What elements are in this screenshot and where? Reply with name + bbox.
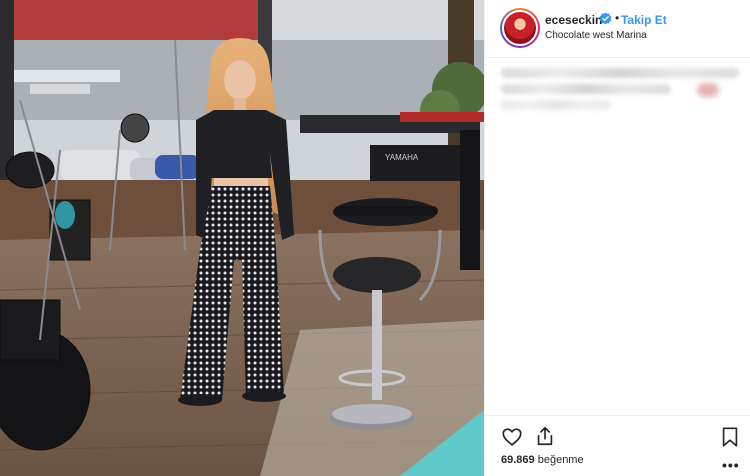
avatar-image xyxy=(502,10,538,46)
photo-scene: YAMAHA xyxy=(0,0,484,476)
post-header: eceseckin • Takip Et Chocolate west Mari… xyxy=(485,0,750,58)
blurred-text-line xyxy=(501,84,671,94)
likes-count[interactable]: 69.869 beğenme xyxy=(501,454,584,466)
more-horizontal-icon[interactable]: ••• xyxy=(722,457,740,473)
post-photo[interactable]: YAMAHA xyxy=(0,0,484,476)
verified-badge-icon xyxy=(599,12,612,25)
follow-button[interactable]: Takip Et xyxy=(621,13,667,27)
username-link[interactable]: eceseckin xyxy=(545,13,602,27)
svg-text:YAMAHA: YAMAHA xyxy=(385,153,419,162)
share-upload-icon[interactable] xyxy=(534,425,556,447)
blurred-text-line xyxy=(501,68,739,78)
caption-blurred xyxy=(501,64,741,114)
bookmark-outline-icon[interactable] xyxy=(719,426,741,448)
avatar[interactable] xyxy=(500,8,540,48)
separator-dot: • xyxy=(615,11,620,25)
post-side-panel: eceseckin • Takip Et Chocolate west Mari… xyxy=(484,0,750,476)
location-link[interactable]: Chocolate west Marina xyxy=(545,30,647,41)
blurred-text-line xyxy=(501,100,611,110)
post-actions: 69.869 beğenme ••• xyxy=(485,415,750,476)
likes-number: 69.869 xyxy=(501,454,535,466)
heart-outline-icon[interactable] xyxy=(501,426,523,448)
likes-label: beğenme xyxy=(537,454,584,466)
blurred-emoji xyxy=(697,83,719,97)
